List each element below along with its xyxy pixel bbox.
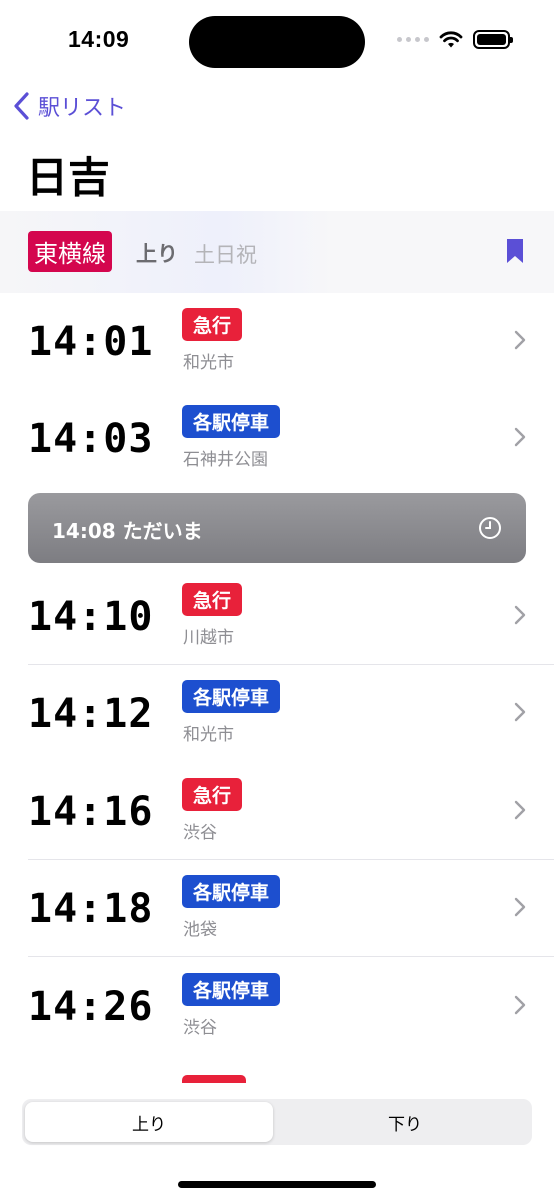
chevron-right-icon [514, 702, 526, 722]
train-type-badge: 各駅停車 [182, 405, 281, 438]
chevron-left-icon [14, 92, 29, 120]
status-bar: 14:09 [0, 0, 554, 82]
train-row[interactable]: 14:01 急行和光市 [0, 293, 554, 390]
segment-down[interactable]: 下り [281, 1102, 529, 1142]
departure-time: 14:26 [28, 984, 154, 1030]
direction-label: 上り [136, 242, 178, 266]
train-type-badge: 急行 [182, 583, 243, 616]
status-icons [397, 30, 513, 49]
train-type-badge: 各駅停車 [182, 973, 281, 1006]
now-marker-text: 14:08 ただいま [52, 519, 203, 543]
destination: 渋谷 [183, 1018, 217, 1038]
train-type-badge: 急行 [182, 778, 243, 811]
train-type-badge: 各駅停車 [182, 875, 281, 908]
dynamic-island [189, 16, 365, 68]
train-row[interactable]: 14:18 各駅停車池袋 [0, 860, 554, 957]
destination: 和光市 [183, 353, 234, 373]
train-row[interactable]: 14:16 急行渋谷 [0, 763, 554, 860]
chevron-right-icon [514, 605, 526, 625]
line-badge: 東横線 [28, 231, 112, 272]
train-row[interactable]: 14:03 各駅停車石神井公園 [0, 390, 554, 487]
train-row[interactable]: 14:26 各駅停車渋谷 [0, 958, 554, 1055]
line-header: 東横線 上り 土日祝 [0, 211, 554, 293]
chevron-right-icon [514, 330, 526, 350]
chevron-right-icon [514, 427, 526, 447]
chevron-right-icon [514, 995, 526, 1015]
departure-time: 14:16 [28, 789, 154, 835]
page-title: 日吉 [26, 153, 111, 202]
segment-up[interactable]: 上り [25, 1102, 273, 1142]
train-type-badge: 急行 [182, 308, 243, 341]
now-marker: 14:08 ただいま [28, 493, 526, 563]
departure-time: 14:18 [28, 886, 154, 932]
departure-time: 14:01 [28, 319, 154, 365]
departure-time: 14:12 [28, 691, 154, 737]
direction-segmented-control: 上り 下り [22, 1099, 532, 1145]
departure-time: 14:10 [28, 594, 154, 640]
clock-icon [479, 517, 501, 539]
back-button[interactable]: 駅リスト [12, 90, 126, 122]
departure-time: 14:03 [28, 416, 154, 462]
cellular-signal-icon [397, 37, 429, 42]
status-time: 14:09 [68, 26, 130, 52]
chevron-right-icon [514, 897, 526, 917]
train-row[interactable]: 14:12 各駅停車和光市 [0, 665, 554, 762]
row-divider [28, 956, 554, 957]
wifi-icon [439, 30, 463, 47]
back-label: 駅リスト [38, 96, 127, 121]
train-row[interactable]: 14:10 急行川越市 [0, 568, 554, 665]
battery-icon [473, 30, 513, 49]
day-type-label: 土日祝 [194, 243, 257, 267]
destination: 渋谷 [183, 823, 217, 843]
chevron-right-icon [514, 800, 526, 820]
destination: 和光市 [183, 725, 234, 745]
destination: 石神井公園 [183, 450, 268, 470]
home-indicator [178, 1181, 376, 1188]
bookmark-icon[interactable] [506, 238, 524, 264]
destination: 川越市 [183, 628, 234, 648]
train-type-badge: 各駅停車 [182, 680, 281, 713]
destination: 池袋 [183, 920, 217, 940]
